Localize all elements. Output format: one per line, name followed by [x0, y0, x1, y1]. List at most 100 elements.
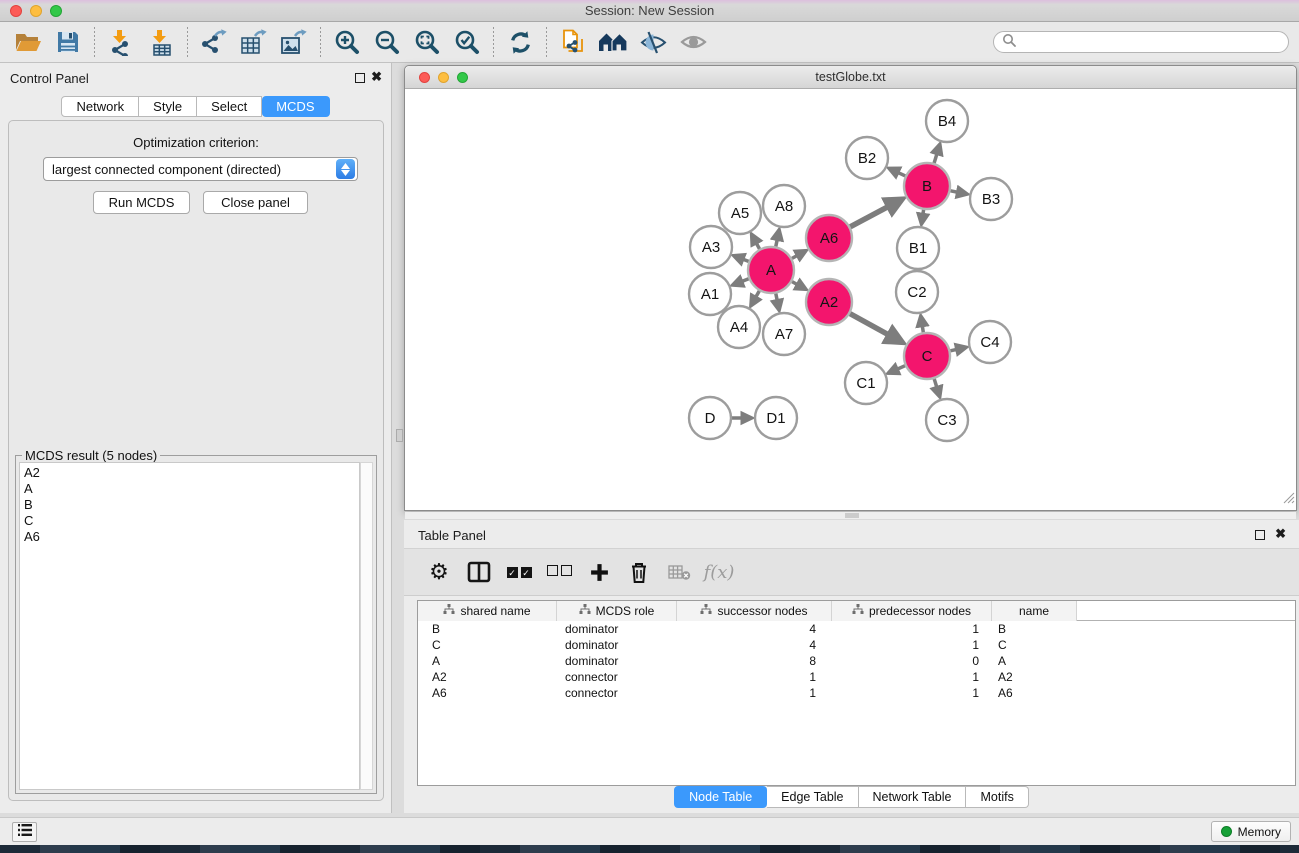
hide-detail-icon[interactable]: [633, 25, 673, 59]
import-table-icon[interactable]: [141, 25, 181, 59]
open-session-icon[interactable]: [8, 25, 48, 59]
table-cell[interactable]: A: [418, 653, 557, 669]
tab-network-table[interactable]: Network Table: [859, 786, 967, 808]
tab-style[interactable]: Style: [139, 96, 197, 117]
graph-edge-A-A6[interactable]: [792, 251, 806, 259]
table-row[interactable]: Cdominator41C: [418, 637, 1295, 653]
graph-edge-A-A1[interactable]: [733, 279, 749, 285]
zoom-fit-icon[interactable]: [407, 25, 447, 59]
graph-edge-C-C1[interactable]: [888, 366, 905, 373]
export-image-icon[interactable]: [274, 25, 314, 59]
table-row[interactable]: Bdominator41B: [418, 621, 1295, 637]
table-cell[interactable]: 1: [832, 685, 992, 701]
graph-edge-A6-B[interactable]: [850, 199, 902, 226]
network-horizontal-scrollbar[interactable]: [405, 512, 1296, 519]
graph-edge-C-C3[interactable]: [934, 379, 940, 397]
delete-column-icon[interactable]: [620, 555, 658, 589]
export-network-icon[interactable]: [194, 25, 234, 59]
table-cell[interactable]: 1: [832, 637, 992, 653]
close-panel-button[interactable]: Close panel: [203, 191, 308, 214]
search-field[interactable]: [993, 31, 1289, 53]
task-history-button[interactable]: [12, 822, 37, 842]
table-cell[interactable]: 1: [677, 685, 832, 701]
mcds-result-list[interactable]: A2ABCA6: [19, 462, 360, 790]
graph-edge-A2-C[interactable]: [850, 314, 902, 343]
export-table-icon[interactable]: [234, 25, 274, 59]
network-from-file-icon[interactable]: [553, 25, 593, 59]
table-cell[interactable]: B: [992, 621, 1077, 637]
zoom-out-icon[interactable]: [367, 25, 407, 59]
mcds-result-item[interactable]: A2: [24, 465, 359, 481]
graph-edge-C-C2[interactable]: [921, 316, 924, 332]
search-input[interactable]: [1021, 35, 1280, 49]
table-cell[interactable]: 1: [677, 669, 832, 685]
table-cell[interactable]: A2: [992, 669, 1077, 685]
network-window-titlebar[interactable]: testGlobe.txt: [405, 66, 1296, 89]
table-cell[interactable]: B: [418, 621, 557, 637]
table-cell[interactable]: 8: [677, 653, 832, 669]
network-canvas[interactable]: B4B2BB3A8A5A6A3B1AA1C2A2A4A7C4CC1C3DD1: [405, 89, 1296, 510]
tab-select[interactable]: Select: [197, 96, 262, 117]
close-table-panel-icon[interactable]: ✖: [1275, 526, 1286, 542]
float-table-panel-icon[interactable]: [1255, 530, 1265, 540]
network-vertical-scrollbar-thumb[interactable]: [396, 429, 403, 442]
table-cell[interactable]: 4: [677, 637, 832, 653]
table-cell[interactable]: C: [992, 637, 1077, 653]
window-resize-grip[interactable]: [1283, 491, 1295, 509]
graph-edge-B-B3[interactable]: [951, 191, 968, 194]
table-cell[interactable]: A6: [992, 685, 1077, 701]
column-header-MCDS-role[interactable]: MCDS role: [557, 601, 677, 621]
graph-edge-B-B2[interactable]: [889, 168, 905, 176]
graph-edge-A-A3[interactable]: [734, 256, 749, 262]
import-network-icon[interactable]: [101, 25, 141, 59]
graph-edge-B-B1[interactable]: [922, 210, 924, 224]
graph-edge-A-A4[interactable]: [751, 291, 759, 306]
table-cell[interactable]: connector: [557, 669, 677, 685]
mcds-result-item[interactable]: C: [24, 513, 359, 529]
function-builder-icon[interactable]: f(x): [700, 555, 738, 589]
graph-edge-A-A2[interactable]: [792, 282, 806, 290]
table-cell[interactable]: dominator: [557, 653, 677, 669]
save-session-icon[interactable]: [48, 25, 88, 59]
refresh-icon[interactable]: [500, 25, 540, 59]
run-mcds-button[interactable]: Run MCDS: [93, 191, 190, 214]
graph-edge-A-A5[interactable]: [752, 235, 760, 249]
tab-mcds[interactable]: MCDS: [262, 96, 329, 117]
table-cell[interactable]: dominator: [557, 621, 677, 637]
deselect-all-checks-icon[interactable]: [540, 555, 578, 589]
table-cell[interactable]: C: [418, 637, 557, 653]
delete-table-icon[interactable]: [660, 555, 698, 589]
mcds-result-item[interactable]: A6: [24, 529, 359, 545]
settings-icon[interactable]: ⚙: [420, 555, 458, 589]
mcds-result-item[interactable]: B: [24, 497, 359, 513]
table-cell[interactable]: 1: [832, 621, 992, 637]
table-cell[interactable]: A: [992, 653, 1077, 669]
mcds-result-item[interactable]: A: [24, 481, 359, 497]
graph-edge-A-A8[interactable]: [776, 230, 779, 247]
table-cell[interactable]: A2: [418, 669, 557, 685]
column-header-name[interactable]: name: [992, 601, 1077, 621]
tab-network[interactable]: Network: [61, 96, 139, 117]
memory-button[interactable]: Memory: [1211, 821, 1291, 842]
graph-edge-B-B4[interactable]: [934, 144, 940, 163]
table-cell[interactable]: 0: [832, 653, 992, 669]
table-row[interactable]: A6connector11A6: [418, 685, 1295, 701]
column-header-predecessor-nodes[interactable]: predecessor nodes: [832, 601, 992, 621]
criterion-dropdown[interactable]: largest connected component (directed): [43, 157, 358, 181]
select-all-checks-icon[interactable]: ✓✓: [500, 555, 538, 589]
graph-edge-A-A7[interactable]: [776, 294, 779, 311]
table-cell[interactable]: A6: [418, 685, 557, 701]
table-cell[interactable]: 4: [677, 621, 832, 637]
tab-motifs[interactable]: Motifs: [966, 786, 1028, 808]
table-row[interactable]: Adominator80A: [418, 653, 1295, 669]
column-header-shared-name[interactable]: shared name: [418, 601, 557, 621]
network-horizontal-scrollbar-thumb[interactable]: [845, 513, 859, 518]
table-cell[interactable]: 1: [832, 669, 992, 685]
home-icon[interactable]: [593, 25, 633, 59]
tab-node-table[interactable]: Node Table: [674, 786, 767, 808]
table-cell[interactable]: connector: [557, 685, 677, 701]
column-view-icon[interactable]: [460, 555, 498, 589]
show-detail-icon[interactable]: [673, 25, 713, 59]
zoom-in-icon[interactable]: [327, 25, 367, 59]
float-panel-icon[interactable]: [355, 73, 365, 83]
